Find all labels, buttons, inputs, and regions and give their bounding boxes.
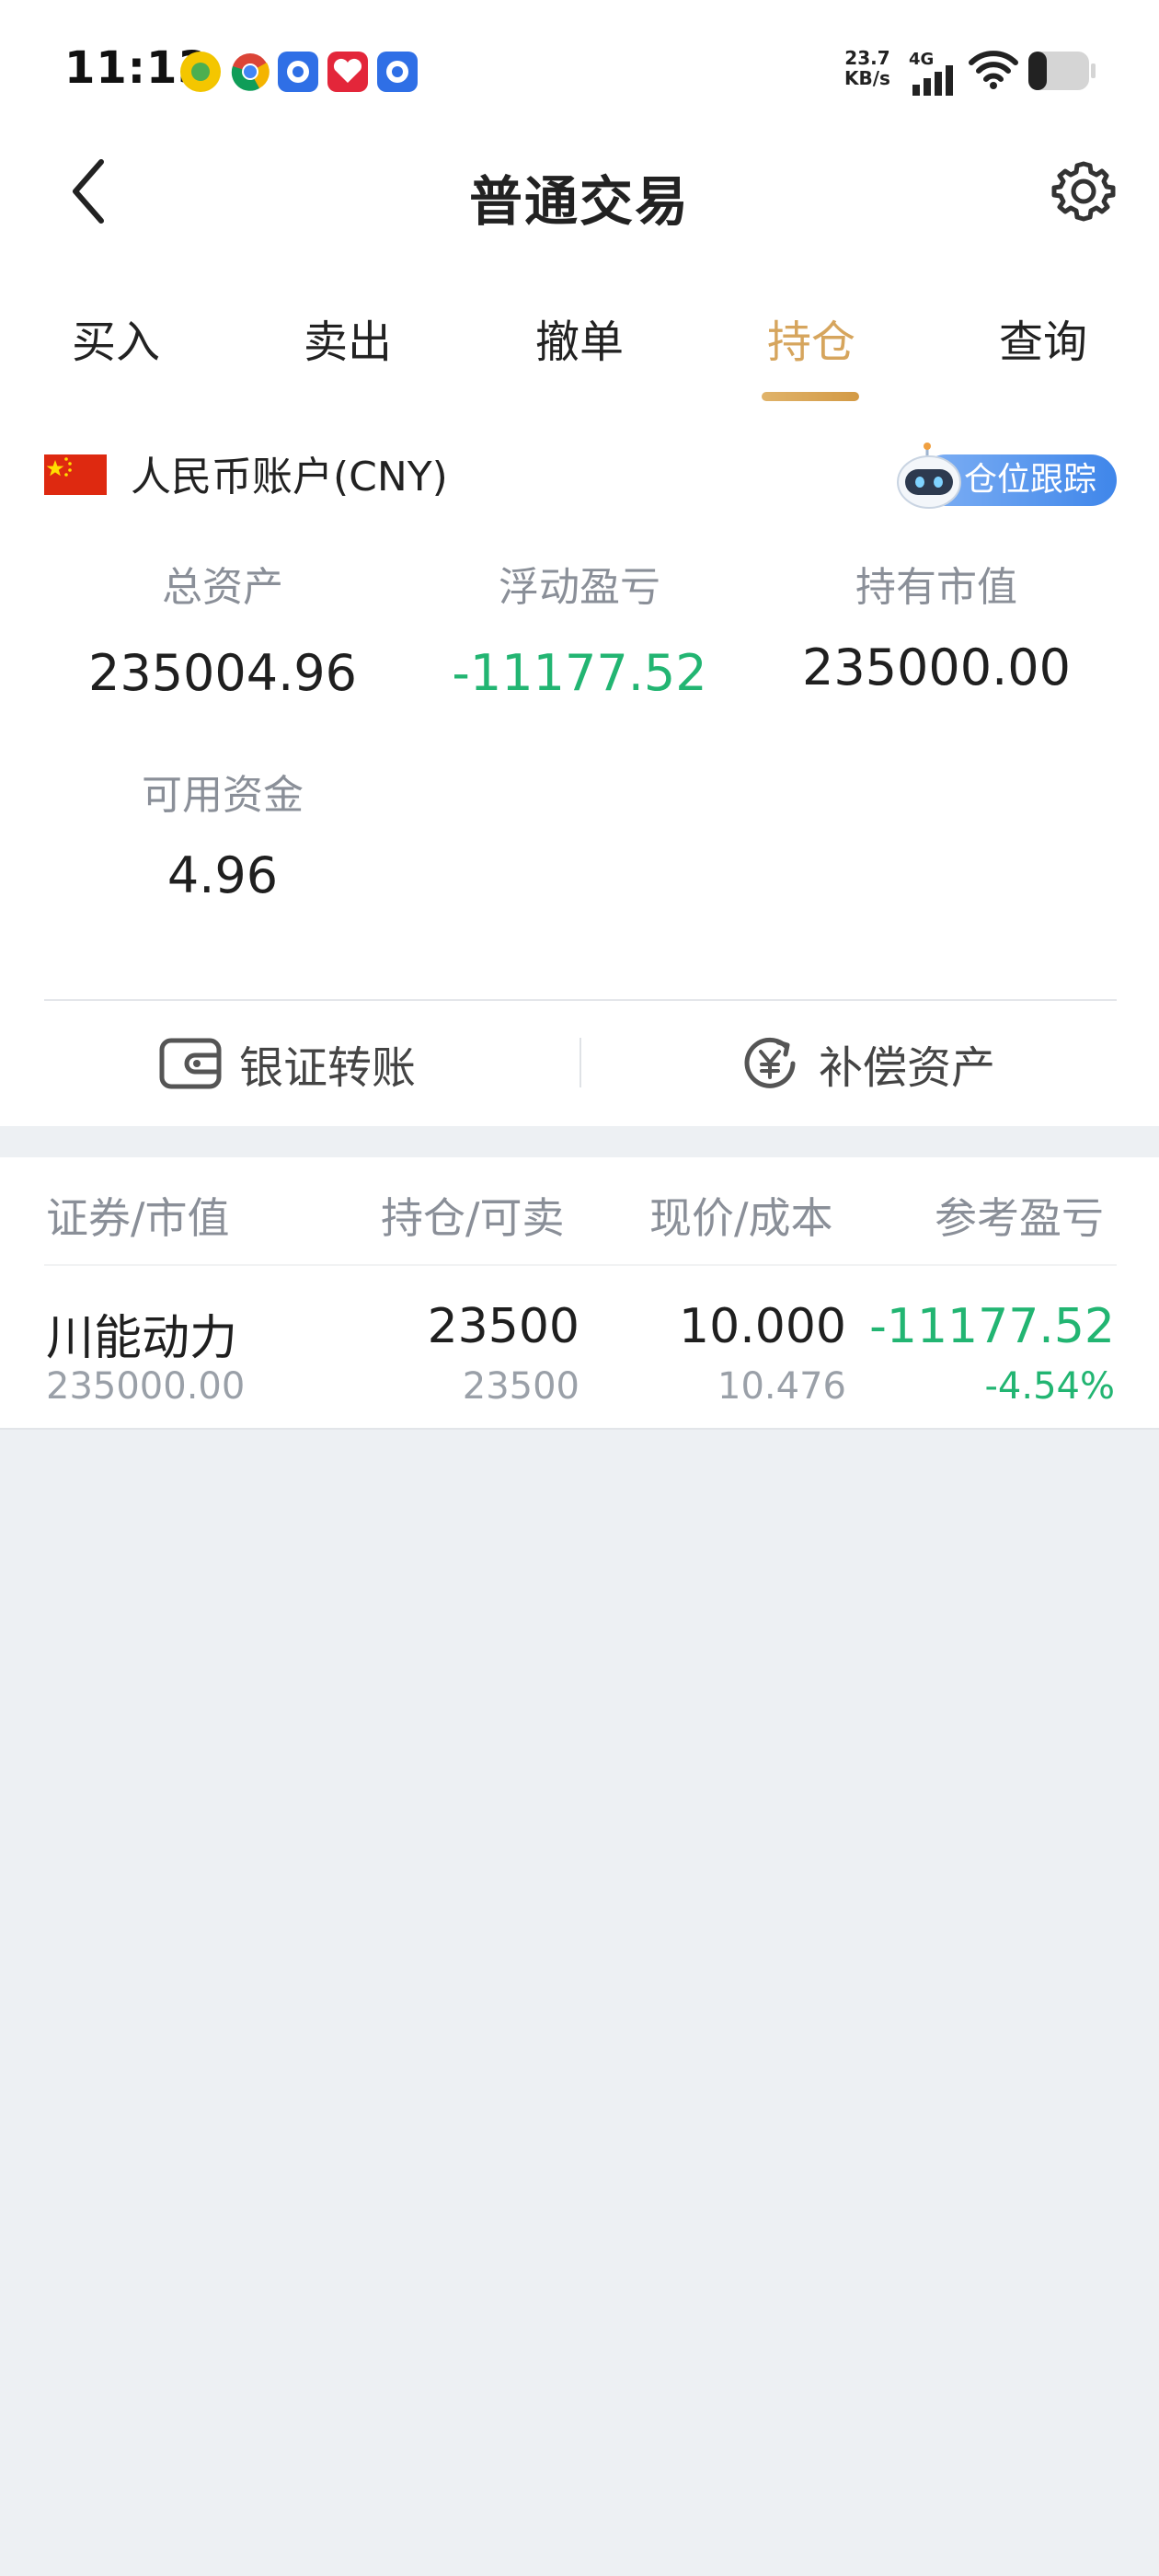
robot-icon: [892, 442, 966, 513]
gear-icon: [1051, 161, 1116, 222]
divider: [44, 999, 1117, 1001]
network-speed-unit: KB/s: [844, 67, 890, 89]
column-security-value: 证券/市值: [46, 1193, 230, 1243]
signal-icon: [912, 65, 953, 96]
china-flag-icon: [44, 454, 107, 495]
battery-icon: [1028, 52, 1096, 90]
tab-sell[interactable]: 卖出: [274, 305, 421, 370]
column-price-cost: 现价/成本: [649, 1193, 833, 1243]
reference-pl: -11177.52: [869, 1299, 1115, 1354]
tab-query[interactable]: 查询: [970, 305, 1117, 370]
chrome-notification-icon: [230, 52, 270, 92]
network-speed: 23.7 KB/s: [844, 48, 890, 88]
app-notification-icon: [180, 52, 221, 92]
market-value-value: 235000.00: [801, 638, 1072, 696]
floating-pl-label: 浮动盈亏: [499, 564, 660, 611]
header-separator: [44, 1264, 1117, 1266]
network-speed-value: 23.7: [844, 47, 890, 69]
tracking-label: 仓位跟踪: [964, 461, 1097, 499]
column-position-available: 持仓/可卖: [381, 1193, 565, 1243]
reference-pl-percent: -4.54%: [984, 1365, 1115, 1408]
table-row[interactable]: 川能动力 235000.00 23500 23500 10.000 10.476…: [0, 1268, 1159, 1426]
available-quantity: 23500: [462, 1365, 580, 1408]
security-market-value: 235000.00: [46, 1365, 246, 1408]
bank-transfer-button[interactable]: 银证转账: [158, 1029, 416, 1098]
current-price: 10.000: [679, 1299, 846, 1354]
wallet-icon: [159, 1038, 222, 1089]
available-funds-label: 可用资金: [142, 772, 304, 819]
total-assets-value: 235004.96: [87, 644, 358, 702]
wifi-icon: [969, 51, 1018, 89]
account-name: 人民币账户(CNY): [131, 454, 448, 500]
position-tracking-button[interactable]: 仓位跟踪: [892, 442, 1117, 513]
settings-button[interactable]: [1050, 158, 1117, 224]
column-reference-pl: 参考盈亏: [935, 1193, 1104, 1243]
action-divider: [580, 1038, 581, 1087]
active-tab-indicator: [762, 392, 859, 401]
market-value-label: 持有市值: [855, 564, 1017, 611]
compensation-assets-label: 补偿资产: [819, 1042, 996, 1094]
baidu-notification-icon: [278, 52, 318, 92]
page-title: 普通交易: [468, 170, 690, 233]
baidu-notification-icon-2: [377, 52, 418, 92]
security-name: 川能动力: [46, 1311, 238, 1366]
section-gap: [0, 1126, 1159, 1157]
total-assets-label: 总资产: [162, 564, 283, 611]
tab-cancel-order[interactable]: 撤单: [506, 305, 653, 370]
bank-transfer-label: 银证转账: [239, 1042, 417, 1094]
position-quantity: 23500: [427, 1299, 580, 1354]
yen-refresh-icon: [744, 1037, 796, 1088]
tab-holdings[interactable]: 持仓: [738, 305, 885, 370]
floating-pl-value: -11177.52: [452, 644, 707, 702]
tab-buy[interactable]: 买入: [42, 305, 189, 370]
cost-price: 10.476: [717, 1365, 846, 1408]
shopping-notification-icon: [327, 52, 368, 92]
available-funds-value: 4.96: [166, 846, 279, 904]
compensation-assets-button[interactable]: 补偿资产: [738, 1029, 995, 1098]
